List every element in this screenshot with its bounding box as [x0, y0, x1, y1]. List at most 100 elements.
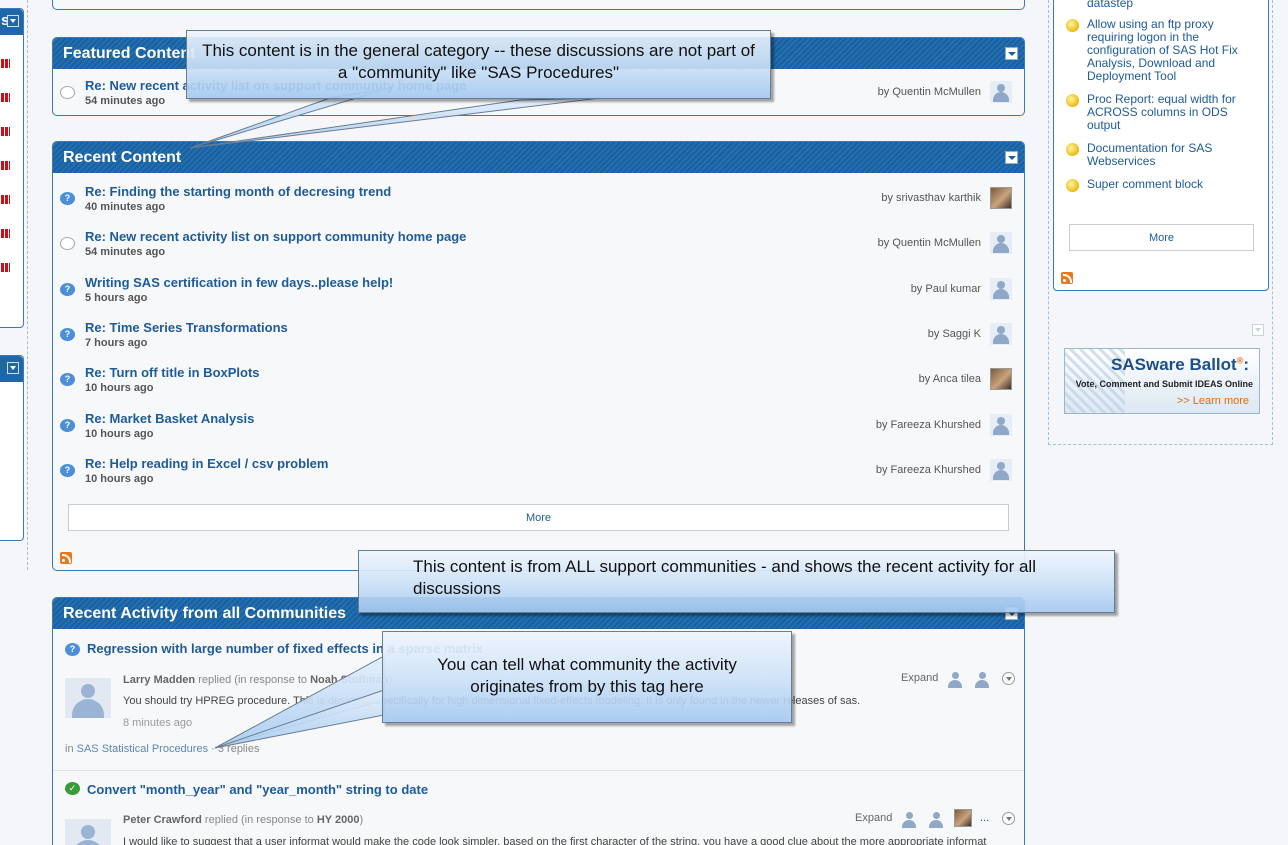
participant-avatar[interactable]	[973, 670, 991, 688]
participant-avatar[interactable]	[927, 810, 945, 828]
activity-author[interactable]: Larry Madden	[123, 674, 195, 686]
question-icon: ?	[60, 282, 75, 296]
idea-item-link[interactable]: Super comment block	[1087, 178, 1261, 191]
rss-feed-icon[interactable]	[1061, 272, 1073, 284]
banner-cta[interactable]: >> Learn more	[1177, 395, 1249, 407]
top-panel-remnant	[52, 0, 1025, 10]
idea-item-link[interactable]: Documentation for SAS Webservices	[1087, 142, 1261, 168]
expand-link[interactable]: Expand	[901, 672, 938, 684]
avatar[interactable]	[990, 413, 1012, 436]
content-item-author[interactable]: by Anca tilea	[919, 373, 981, 385]
participant-avatar[interactable]	[954, 809, 972, 827]
divider	[53, 770, 1024, 771]
activity-title[interactable]: Convert "month_year" and "year_month" st…	[87, 782, 428, 797]
content-item-age: 54 minutes ago	[85, 95, 166, 107]
annotation-callout-general: This content is in the general category …	[186, 30, 771, 99]
activity-meta: Larry Madden replied (in response to Noa…	[123, 674, 392, 686]
lightbulb-icon	[1066, 143, 1079, 156]
content-item-title[interactable]: Re: Time Series Transformations	[85, 320, 288, 335]
content-item-age: 7 hours ago	[85, 336, 148, 349]
banner-subtitle: Vote, Comment and Submit IDEAS Online	[1075, 379, 1253, 389]
collapse-toggle-icon[interactable]	[1252, 324, 1264, 336]
collapse-toggle-icon[interactable]	[7, 362, 19, 374]
content-item: ? Re: Help reading in Excel / csv problem…	[53, 456, 1024, 496]
participant-avatar[interactable]	[900, 810, 918, 828]
avatar[interactable]	[990, 277, 1012, 300]
activity-author[interactable]: Peter Crawford	[123, 814, 202, 826]
content-item-author[interactable]: by Quentin McMullen	[878, 237, 981, 249]
annotation-callout-all-communities: This content is from ALL support communi…	[358, 550, 1115, 613]
idea-item-link[interactable]: Allow using an ftp proxy requiring logon…	[1087, 18, 1261, 83]
idea-item-link[interactable]: Proc Report: equal width for ACROSS colu…	[1087, 93, 1261, 132]
activity-excerpt: I would like to suggest that a user info…	[123, 836, 987, 845]
content-item-age: 40 minutes ago	[85, 201, 166, 213]
content-item-author[interactable]: by Quentin McMullen	[878, 86, 981, 98]
more-button[interactable]: More	[1069, 224, 1254, 251]
content-item-age: 10 hours ago	[85, 427, 154, 440]
content-item-title[interactable]: Re: Help reading in Excel / csv problem	[85, 456, 328, 471]
avatar[interactable]	[65, 678, 111, 718]
idea-item-fragment[interactable]: datastep	[1087, 0, 1133, 10]
comment-icon	[60, 237, 75, 251]
banner-title: SASware Ballot®:	[1111, 355, 1249, 375]
question-icon: ?	[60, 327, 75, 341]
entry-menu-icon[interactable]	[1002, 812, 1015, 825]
lightbulb-icon	[1066, 179, 1079, 192]
content-item: ? Re: Finding the starting month of decre…	[53, 184, 1024, 224]
activity-meta-close: )	[359, 814, 364, 826]
content-item-title[interactable]: Writing SAS certification in few days..p…	[85, 275, 393, 290]
banner-title-text: SASware Ballot	[1111, 355, 1237, 374]
activity-replied-text: replied (in response to	[198, 674, 308, 686]
rating-bar-icon	[0, 161, 10, 170]
recent-content-header: Recent Content	[53, 142, 1024, 173]
content-item-author[interactable]: by srivasthav karthik	[881, 192, 981, 204]
avatar[interactable]	[990, 232, 1012, 255]
content-item-author[interactable]: by Fareeza Khurshed	[876, 464, 981, 476]
collapse-toggle-icon[interactable]	[1005, 47, 1018, 60]
more-participants-link[interactable]: ...	[980, 812, 989, 824]
content-item-author[interactable]: by Paul kumar	[911, 283, 981, 295]
content-item: ? Re: Time Series Transformations 7 hours …	[53, 320, 1024, 360]
lightbulb-icon	[1066, 19, 1079, 32]
content-item-title[interactable]: Re: Market Basket Analysis	[85, 411, 254, 426]
participant-avatar[interactable]	[946, 670, 964, 688]
entry-menu-icon[interactable]	[1002, 672, 1015, 685]
banner-colon: :	[1243, 355, 1249, 374]
lightbulb-icon	[1066, 94, 1079, 107]
question-icon: ?	[65, 643, 80, 656]
avatar[interactable]	[990, 187, 1012, 209]
content-item-title[interactable]: Re: Finding the starting month of decres…	[85, 184, 391, 199]
sasware-ballot-banner[interactable]: SASware Ballot®: Vote, Comment and Submi…	[1064, 348, 1260, 414]
rating-bar-icon	[0, 59, 10, 68]
community-tag-link[interactable]: SAS Statistical Procedures	[77, 743, 208, 755]
activity-respondent[interactable]: HY 2000	[317, 814, 360, 826]
idea-item[interactable]: Super comment block	[1066, 178, 1261, 194]
activity-respondent[interactable]: Noah Stoffman	[310, 674, 388, 686]
collapse-toggle-icon[interactable]	[7, 15, 19, 27]
more-button[interactable]: More	[68, 504, 1009, 531]
community-tag: in SAS Statistical Procedures · 3 replie…	[65, 743, 259, 755]
collapse-toggle-icon[interactable]	[1005, 151, 1018, 164]
content-item-title[interactable]: Re: Turn off title in BoxPlots	[85, 365, 260, 380]
answered-icon: ✓	[65, 782, 80, 795]
avatar[interactable]	[990, 81, 1012, 103]
avatar[interactable]	[990, 368, 1012, 391]
content-item-title[interactable]: Re: New recent activity list on support …	[85, 229, 466, 244]
content-item: ? Writing SAS certification in few days..…	[53, 275, 1024, 315]
expand-link[interactable]: Expand	[855, 812, 892, 824]
idea-item[interactable]: Proc Report: equal width for ACROSS colu…	[1066, 93, 1261, 133]
question-icon: ?	[60, 373, 75, 387]
avatar[interactable]	[65, 819, 111, 845]
avatar[interactable]	[990, 322, 1012, 345]
reply-count: · 3 replies	[211, 743, 260, 755]
content-item-author[interactable]: by Saggi K	[928, 328, 981, 340]
left-panel-2-header	[0, 356, 23, 382]
idea-item[interactable]: Documentation for SAS Webservices	[1066, 142, 1261, 170]
rating-bar-icon	[0, 93, 10, 102]
content-item-age: 5 hours ago	[85, 291, 148, 304]
rating-bar-icon	[0, 195, 10, 204]
rss-feed-icon[interactable]	[60, 552, 72, 564]
avatar[interactable]	[990, 458, 1012, 481]
idea-item[interactable]: Allow using an ftp proxy requiring logon…	[1066, 18, 1261, 83]
content-item-author[interactable]: by Fareeza Khurshed	[876, 419, 981, 431]
